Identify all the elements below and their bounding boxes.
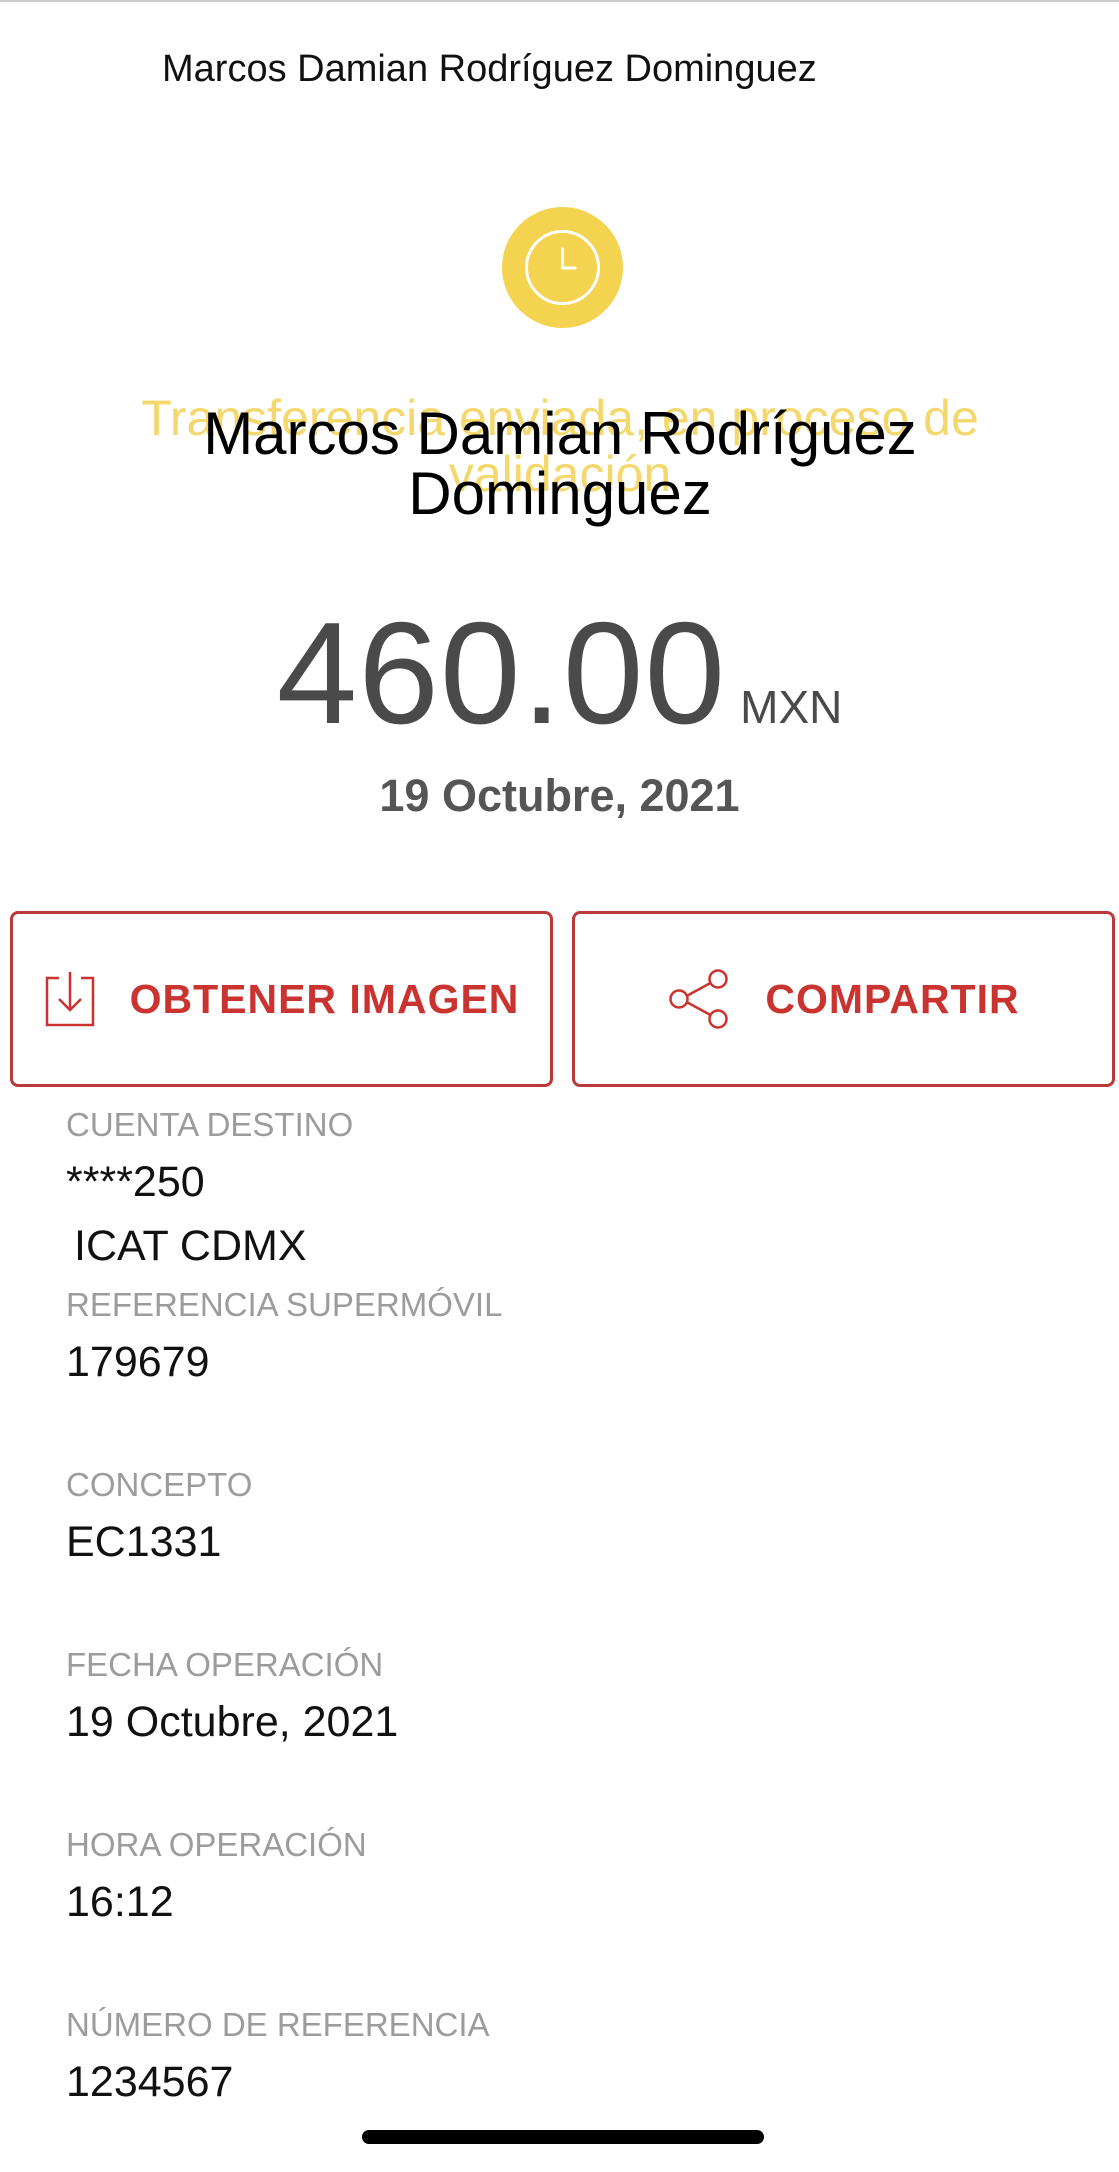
fecha-operacion-value: 19 Octubre, 2021 — [66, 1698, 399, 1746]
transfer-date: 19 Octubre, 2021 — [379, 770, 740, 821]
fecha-operacion-label: FECHA OPERACIÓN — [66, 1646, 384, 1683]
referencia-supermovil-label: REFERENCIA SUPERMÓVIL — [66, 1286, 503, 1323]
referencia-supermovil-value: 179679 — [66, 1338, 210, 1386]
clock-icon — [502, 207, 623, 328]
cuenta-destino-value: ****250 — [66, 1158, 205, 1206]
amount-currency: MXN — [740, 681, 843, 733]
download-icon — [44, 970, 96, 1028]
numero-referencia-value: 1234567 — [66, 2058, 234, 2106]
status-area: Transferencia enviada, en proceso de val… — [100, 390, 1020, 560]
amount-value: 460.00 — [276, 592, 727, 754]
concepto-label: CONCEPTO — [66, 1466, 253, 1503]
share-icon — [667, 969, 731, 1029]
compartir-label: COMPARTIR — [765, 975, 1020, 1022]
header-account-name: Marcos Damian Rodríguez Dominguez — [162, 48, 817, 90]
amount: 460.00 MXN — [0, 590, 1119, 757]
obtener-imagen-label: OBTENER IMAGEN — [129, 975, 520, 1022]
compartir-button[interactable]: COMPARTIR — [572, 911, 1115, 1087]
concepto-value: EC1331 — [66, 1518, 222, 1566]
hora-operacion-label: HORA OPERACIÓN — [66, 1826, 367, 1863]
cuenta-destino-label: CUENTA DESTINO — [66, 1106, 354, 1143]
hora-operacion-value: 16:12 — [66, 1878, 174, 1926]
home-indicator[interactable] — [362, 2130, 764, 2144]
obtener-imagen-button[interactable]: OBTENER IMAGEN — [10, 911, 553, 1087]
cuenta-destino-bank: ICAT CDMX — [74, 1222, 307, 1270]
numero-referencia-label: NÚMERO DE REFERENCIA — [66, 2006, 490, 2043]
beneficiary-name: Marcos Damian Rodríguez Dominguez — [203, 400, 917, 527]
top-divider — [0, 0, 1119, 2]
